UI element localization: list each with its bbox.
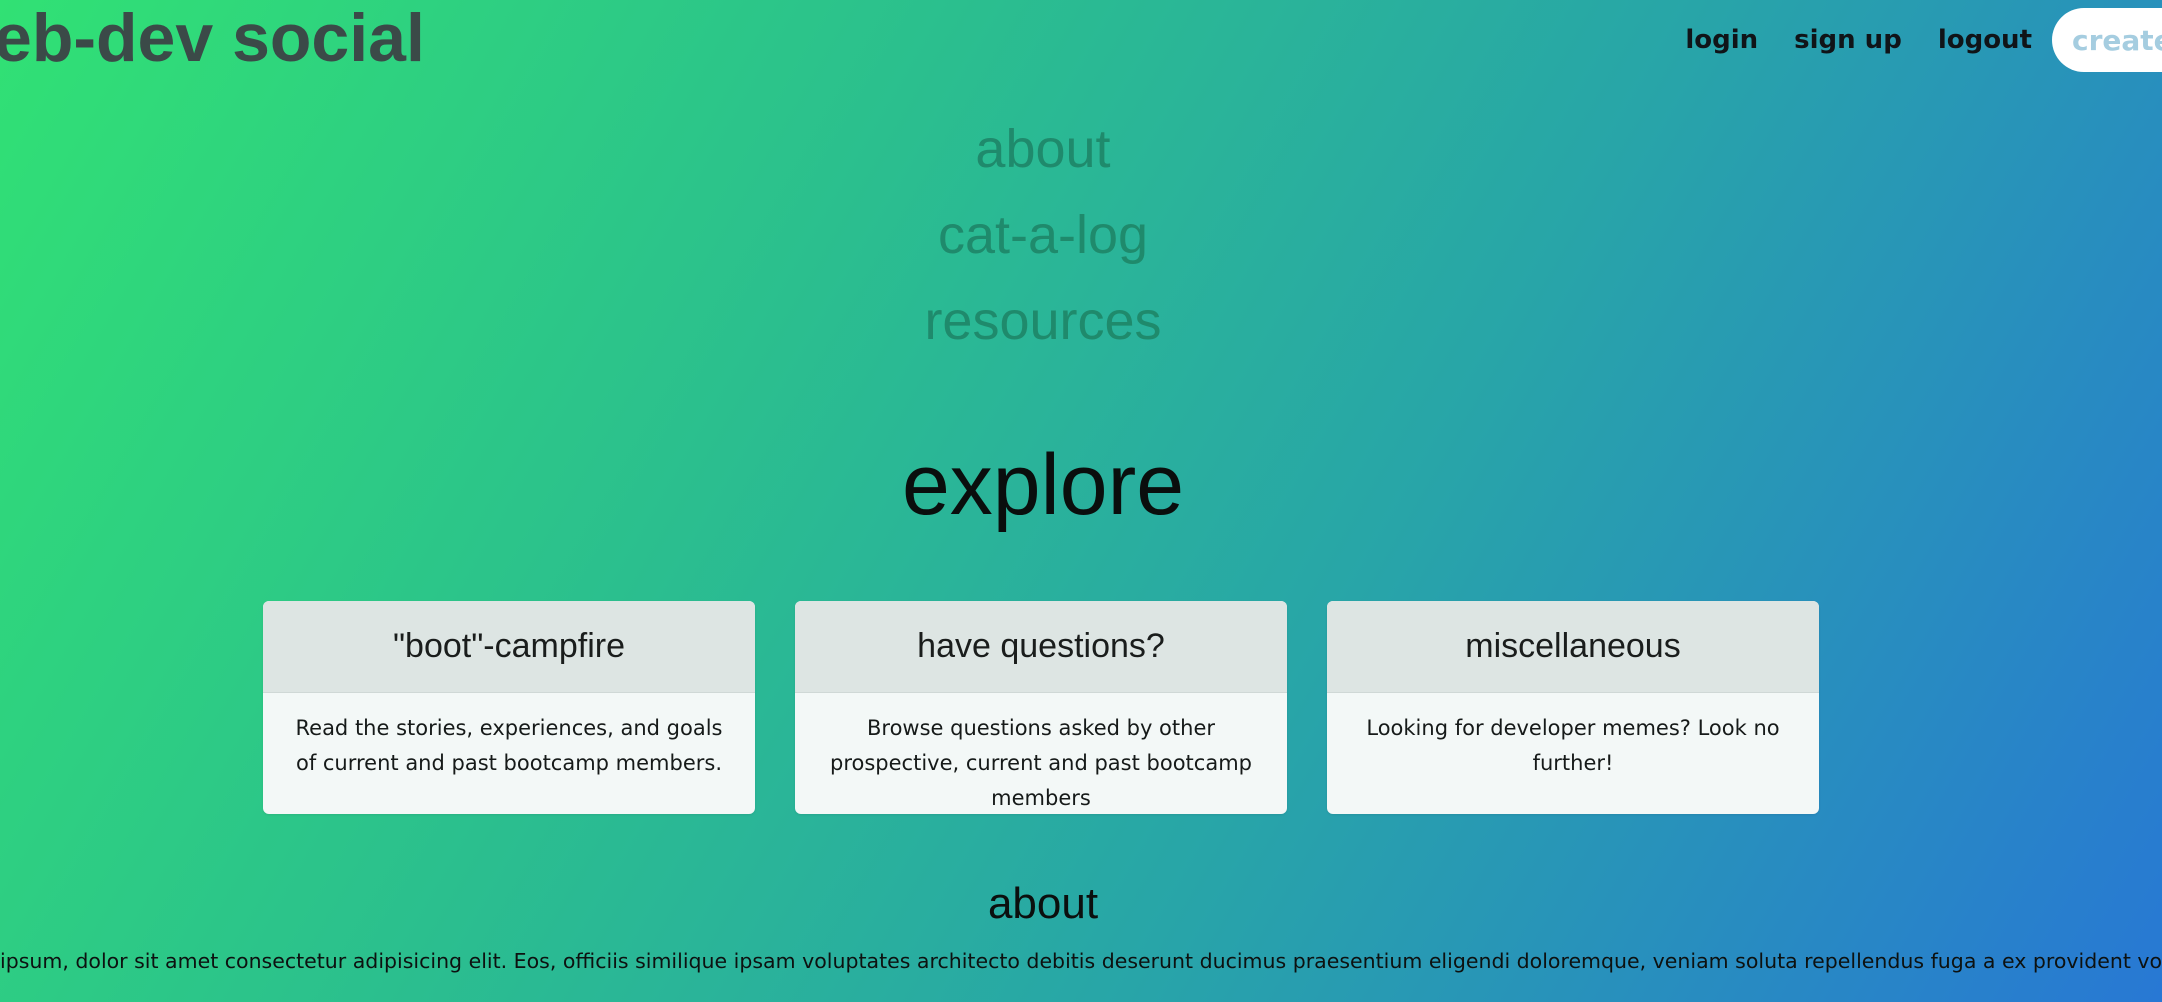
card-have-questions[interactable]: have questions? Browse questions asked b… [795,601,1287,814]
nav-link-about[interactable]: about [0,106,2086,192]
nav-link-cat-a-log[interactable]: cat-a-log [0,192,2086,278]
card-title[interactable]: "boot"-campfire [263,601,755,693]
create-button[interactable]: create [2052,8,2162,72]
card-description: Looking for developer memes? Look no fur… [1366,716,1780,775]
card-description: Read the stories, experiences, and goals… [295,716,723,775]
main-nav: about cat-a-log resources [0,106,2086,364]
top-nav: login sign up logout create [1685,0,2162,80]
card-boot-campfire[interactable]: "boot"-campfire Read the stories, experi… [263,601,755,814]
card-title[interactable]: miscellaneous [1327,601,1819,693]
explore-heading: explore [901,437,1185,533]
about-heading: about [987,879,1099,928]
about-text: ipsum, dolor sit amet consectetur adipis… [0,949,2162,973]
card-description: Browse questions asked by other prospect… [830,716,1252,810]
logout-link[interactable]: logout [1938,25,2032,55]
login-link[interactable]: login [1685,25,1758,55]
nav-link-resources[interactable]: resources [0,278,2086,364]
explore-cards: "boot"-campfire Read the stories, experi… [263,601,1819,814]
card-title[interactable]: have questions? [795,601,1287,693]
sign-up-link[interactable]: sign up [1794,25,1902,55]
site-title[interactable]: eb-dev social [0,0,425,78]
card-miscellaneous[interactable]: miscellaneous Looking for developer meme… [1327,601,1819,814]
